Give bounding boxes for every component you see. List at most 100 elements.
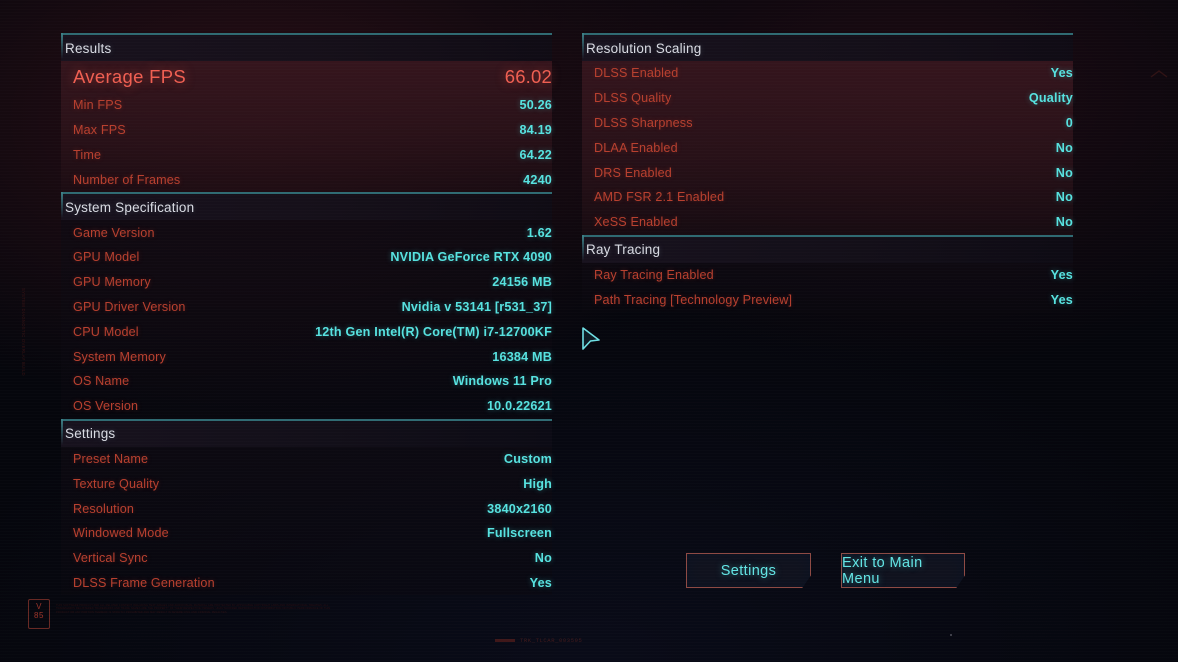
stat-row: Time 64.22	[61, 143, 552, 168]
stat-label: DLSS Enabled	[594, 66, 679, 81]
section-header: System Specification	[61, 192, 552, 221]
stat-label: GPU Memory	[73, 275, 151, 290]
stat-row: Ray Tracing Enabled Yes	[582, 263, 1073, 288]
bottom-tag-text: TRK_TLCAR_003595	[520, 637, 583, 644]
section-body: Preset Name Custom Texture Quality High Reso…	[61, 446, 552, 596]
stat-value: 10.0.22621	[486, 399, 552, 414]
left-column: Results Average FPS 66.02 Min FPS 50.26 Max F…	[61, 33, 552, 596]
bottom-tag-dash	[495, 639, 515, 642]
stat-label: Texture Quality	[73, 476, 160, 491]
stat-row: Resolution 3840x2160	[61, 496, 552, 521]
stat-value: 3840x2160	[487, 501, 552, 516]
stat-label: Vertical Sync	[73, 551, 148, 566]
stat-label: Number of Frames	[73, 172, 181, 187]
stat-value: Windows 11 Pro	[452, 374, 552, 389]
stat-row: OS Version 10.0.22621	[61, 394, 552, 419]
stat-value: No	[1055, 215, 1073, 230]
stat-label: Ray Tracing Enabled	[594, 267, 714, 282]
section-settings: Settings Preset Name Custom Texture Quality…	[61, 418, 552, 596]
side-diagnostic-text: SYSTEM DIAGNOSTIC OVERLAY BUILD	[21, 288, 26, 376]
stat-label: Resolution	[73, 501, 135, 516]
stat-label: AMD FSR 2.1 Enabled	[594, 190, 725, 205]
section-header: Ray Tracing	[582, 234, 1073, 263]
stat-value: Yes	[1050, 267, 1073, 282]
stat-row: CPU Model 12th Gen Intel(R) Core(TM) i7-1…	[61, 319, 552, 344]
stat-row: GPU Driver Version Nvidia v 53141 [r531_3…	[61, 295, 552, 320]
stat-row: GPU Model NVIDIA GeForce RTX 4090	[61, 245, 552, 270]
exit-to-main-menu-button[interactable]: Exit to Main Menu	[841, 553, 965, 588]
stat-value: No	[1055, 140, 1073, 155]
stat-label: Time	[73, 147, 102, 162]
mouse-cursor-icon	[580, 325, 606, 353]
stat-row: DLAA Enabled No	[582, 135, 1073, 160]
stat-value: High	[523, 476, 552, 491]
corner-decoration-icon	[1150, 68, 1168, 80]
stat-value: No	[534, 551, 552, 566]
benchmark-results-screen: Results Average FPS 66.02 Min FPS 50.26 Max F…	[0, 0, 1178, 662]
stat-row: Texture Quality High	[61, 471, 552, 496]
section-system-specification: System Specification Game Version 1.62 GPU …	[61, 192, 552, 419]
stat-row: Path Tracing [Technology Preview] Yes	[582, 287, 1073, 312]
stat-row: Game Version 1.62	[61, 220, 552, 245]
stat-label: CPU Model	[73, 324, 139, 339]
right-column: Resolution Scaling DLSS Enabled Yes DLSS Qu…	[582, 33, 1073, 313]
stat-row: DLSS Sharpness 0	[582, 111, 1073, 136]
stat-row: AMD FSR 2.1 Enabled No	[582, 185, 1073, 210]
stat-label: Max FPS	[73, 123, 126, 138]
section-body: Game Version 1.62 GPU Model NVIDIA GeForce …	[61, 220, 552, 419]
stat-row: Vertical Sync No	[61, 546, 552, 571]
section-ray-tracing: Ray Tracing Ray Tracing Enabled Yes Path Tr…	[582, 234, 1073, 313]
stat-row: DLSS Enabled Yes	[582, 61, 1073, 86]
stat-value: Yes	[1050, 292, 1073, 307]
stat-label: XeSS Enabled	[594, 215, 678, 230]
stat-row: DRS Enabled No	[582, 160, 1073, 185]
stat-value: Quality	[1028, 91, 1073, 106]
version-badge: V 85	[28, 599, 50, 629]
section-results: Results Average FPS 66.02 Min FPS 50.26 Max F…	[61, 33, 552, 193]
stat-label: Min FPS	[73, 98, 123, 113]
section-header: Settings	[61, 418, 552, 447]
stat-label: System Memory	[73, 349, 166, 364]
bottom-right-dot	[950, 634, 952, 636]
section-title: Resolution Scaling	[586, 40, 702, 56]
section-title: Results	[65, 40, 112, 56]
stat-value: 64.22	[519, 147, 552, 162]
stat-label: Path Tracing [Technology Preview]	[594, 292, 793, 307]
stat-row: OS Name Windows 11 Pro	[61, 369, 552, 394]
stat-value: Nvidia v 53141 [r531_37]	[401, 299, 552, 314]
stat-label: OS Name	[73, 374, 130, 389]
stat-label: DRS Enabled	[594, 165, 672, 180]
stat-value: 24156 MB	[492, 275, 552, 290]
stat-value: 0	[1065, 115, 1073, 130]
stat-value: Yes	[529, 575, 552, 590]
exit-to-main-menu-button-label: Exit to Main Menu	[842, 554, 923, 587]
stat-label: Preset Name	[73, 451, 149, 466]
stat-value: 1.62	[526, 225, 552, 240]
stat-value: No	[1055, 190, 1073, 205]
stat-label: DLAA Enabled	[594, 140, 678, 155]
stat-label: Game Version	[73, 225, 155, 240]
stat-value: Custom	[503, 451, 552, 466]
legal-text: THIS SOFTWARE PRODUCT AND ALL RELATED CO…	[56, 604, 331, 614]
stat-value: 12th Gen Intel(R) Core(TM) i7-12700KF	[315, 324, 552, 339]
stat-value: Fullscreen	[487, 526, 552, 541]
stat-label: DLSS Sharpness	[594, 115, 693, 130]
stat-value: NVIDIA GeForce RTX 4090	[390, 250, 552, 265]
stat-label: Windowed Mode	[73, 526, 169, 541]
section-title: Ray Tracing	[586, 242, 661, 258]
stat-row: Max FPS 84.19	[61, 118, 552, 143]
action-buttons: Settings Exit to Main Menu	[686, 553, 965, 588]
stat-value: 66.02	[504, 66, 552, 87]
section-title: Settings	[65, 426, 116, 442]
stat-row: DLSS Quality Quality	[582, 86, 1073, 111]
stat-row: DLSS Frame Generation Yes	[61, 571, 552, 596]
settings-button[interactable]: Settings	[686, 553, 811, 588]
stat-label: Average FPS	[73, 66, 186, 87]
stat-value: No	[1055, 165, 1073, 180]
version-badge-line2: 85	[34, 610, 44, 620]
stat-label: DLSS Quality	[594, 91, 672, 106]
bottom-build-tag: TRK_TLCAR_003595	[495, 637, 582, 644]
stat-label: GPU Model	[73, 250, 140, 265]
section-resolution-scaling: Resolution Scaling DLSS Enabled Yes DLSS Qu…	[582, 33, 1073, 235]
stat-value: Yes	[1050, 66, 1073, 81]
